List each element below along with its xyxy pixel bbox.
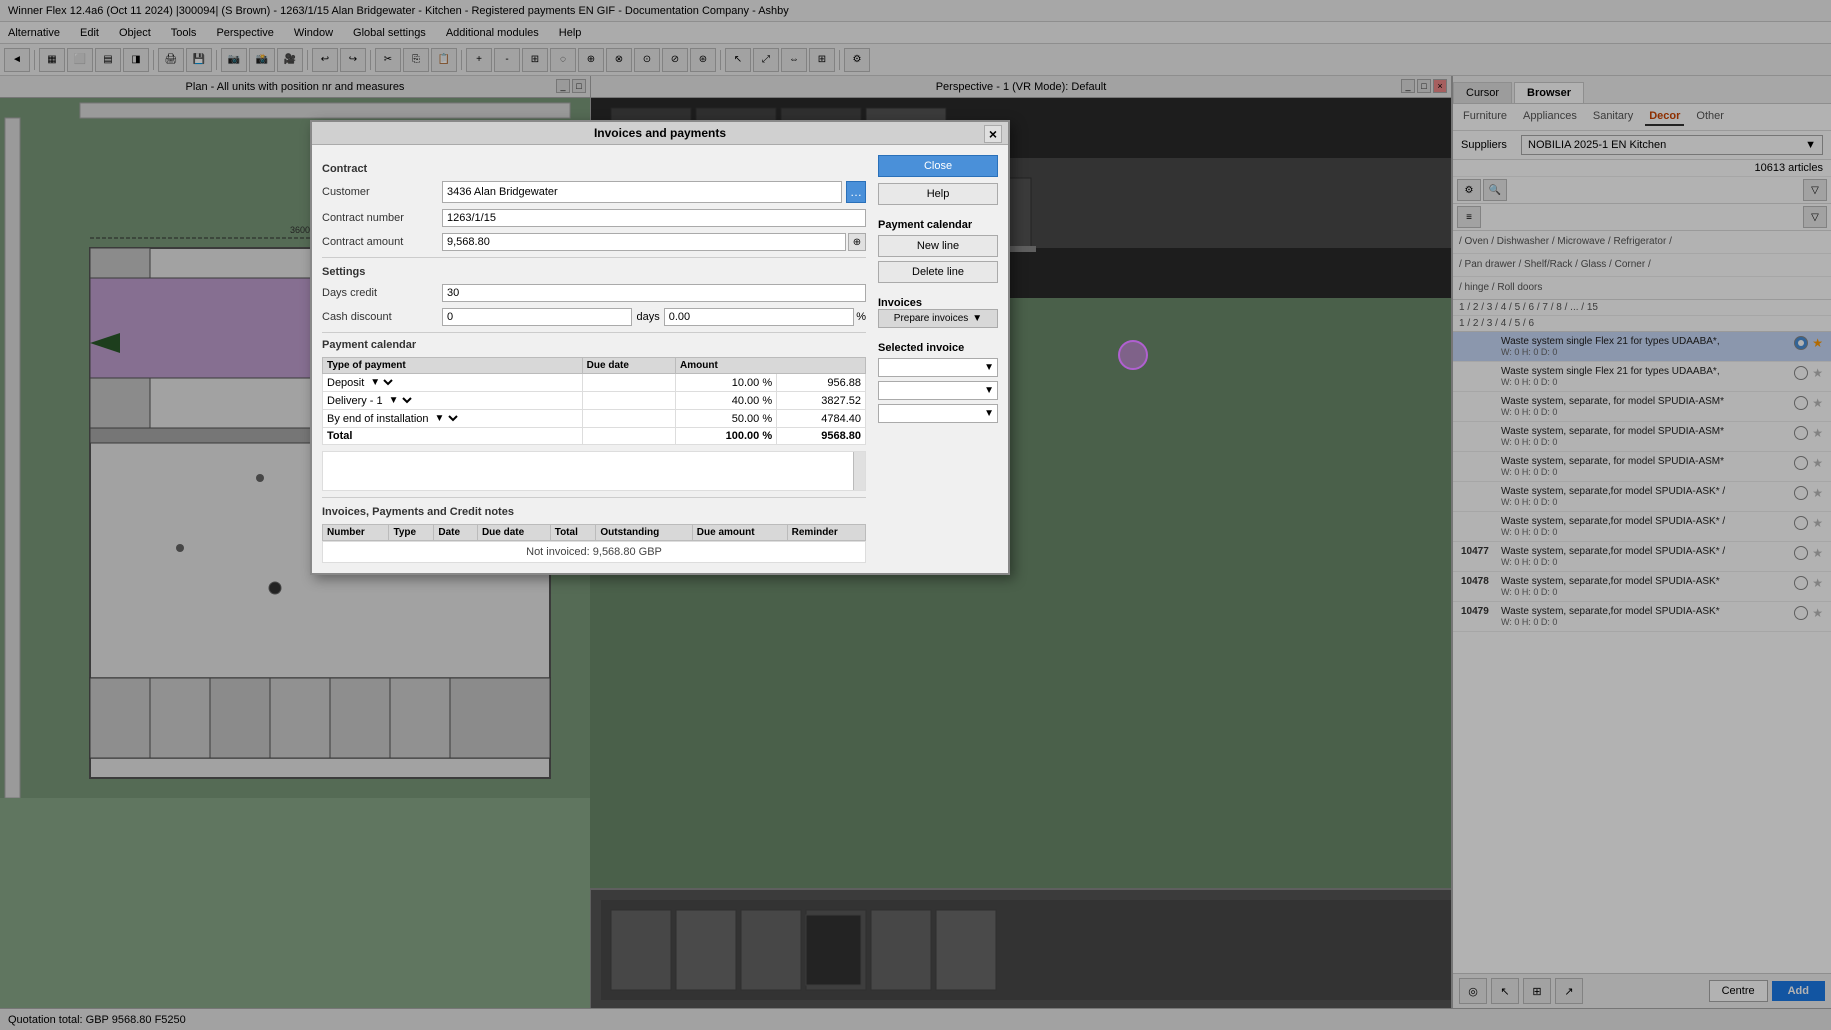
delivery-pct: 40.00 % bbox=[676, 392, 777, 410]
inv-col-duedate: Due date bbox=[477, 525, 550, 541]
delivery-duedate bbox=[582, 392, 675, 410]
invoice-action-dropdown-1[interactable]: ▼ bbox=[878, 381, 998, 400]
cash-discount-days-input[interactable] bbox=[442, 308, 632, 326]
deposit-type-cell: Deposit ▼ bbox=[327, 376, 578, 389]
contract-amount-label: Contract amount bbox=[322, 236, 442, 248]
payment-calendar-right-label: Payment calendar bbox=[878, 219, 998, 231]
total-label: Total bbox=[323, 428, 583, 445]
contract-number-label: Contract number bbox=[322, 212, 442, 224]
days-credit-input[interactable] bbox=[442, 284, 866, 302]
installation-type-label: By end of installation bbox=[327, 413, 429, 425]
installation-pct: 50.00 % bbox=[676, 410, 777, 428]
delivery-type-select[interactable]: ▼ bbox=[385, 394, 415, 407]
payment-col-amount: Amount bbox=[676, 358, 866, 374]
invoices-table: Number Type Date Due date Total Outstand… bbox=[322, 524, 866, 541]
inv-col-type: Type bbox=[389, 525, 434, 541]
inv-col-reminder: Reminder bbox=[787, 525, 865, 541]
help-btn[interactable]: Help bbox=[878, 183, 998, 205]
modal-right-section: Close Help Payment calendar New line Del… bbox=[878, 155, 998, 563]
contract-amount-group: Contract amount ⊕ bbox=[322, 233, 866, 251]
inv-col-number: Number bbox=[323, 525, 389, 541]
installation-amount: 4784.40 bbox=[777, 410, 866, 428]
days-label: days bbox=[636, 311, 659, 323]
total-duedate bbox=[582, 428, 675, 445]
modal-overlay: Invoices and payments × Contract Custome… bbox=[0, 0, 1831, 1030]
payment-calendar-table: Type of payment Due date Amount Deposit … bbox=[322, 357, 866, 445]
not-invoiced-row: Not invoiced: 9,568.80 GBP bbox=[322, 541, 866, 563]
modal-close-btn[interactable]: × bbox=[984, 125, 1002, 143]
modal-title: Invoices and payments bbox=[594, 126, 726, 140]
installation-type-cell: By end of installation ▼ bbox=[327, 412, 578, 425]
invoice-action-2-arrow: ▼ bbox=[984, 408, 994, 419]
invoice-action-1: ▼ bbox=[878, 381, 998, 400]
modal-body: Contract Customer … Contract number Cont… bbox=[312, 145, 1008, 573]
settings-divider bbox=[322, 257, 866, 258]
customer-label: Customer bbox=[322, 186, 442, 198]
contract-amount-input[interactable] bbox=[442, 233, 846, 251]
invoice-action-dropdown-2[interactable]: ▼ bbox=[878, 404, 998, 423]
days-credit-label: Days credit bbox=[322, 287, 442, 299]
prepare-invoices-btn[interactable]: Prepare invoices ▼ bbox=[878, 309, 998, 328]
days-credit-group: Days credit bbox=[322, 284, 866, 302]
delivery-amount: 3827.52 bbox=[777, 392, 866, 410]
inv-col-total: Total bbox=[550, 525, 596, 541]
payment-calendar-row: Payment calendar bbox=[322, 339, 866, 351]
inv-col-date: Date bbox=[434, 525, 478, 541]
deposit-duedate bbox=[582, 374, 675, 392]
contract-section-header: Contract bbox=[322, 163, 866, 175]
deposit-type-label: Deposit bbox=[327, 377, 364, 389]
invoices-payments-dialog: Invoices and payments × Contract Custome… bbox=[310, 120, 1010, 575]
total-pct: 100.00 % bbox=[676, 428, 777, 445]
inv-col-outstanding: Outstanding bbox=[596, 525, 692, 541]
payment-row-delivery: Delivery - 1 ▼ 40.00 % 3827.52 bbox=[323, 392, 866, 410]
contract-number-group: Contract number bbox=[322, 209, 866, 227]
deposit-amount: 956.88 bbox=[777, 374, 866, 392]
prepare-chevron: ▼ bbox=[972, 313, 982, 324]
invoices-right-label: Invoices bbox=[878, 297, 998, 309]
delivery-type-cell: Delivery - 1 ▼ bbox=[327, 394, 578, 407]
modal-title-bar: Invoices and payments × bbox=[312, 122, 1008, 145]
selected-invoice-dropdown[interactable]: ▼ bbox=[878, 358, 998, 377]
invoices-divider bbox=[322, 497, 866, 498]
contract-amount-btn[interactable]: ⊕ bbox=[848, 233, 866, 251]
close-btn[interactable]: Close bbox=[878, 155, 998, 177]
payment-col-type: Type of payment bbox=[323, 358, 583, 374]
deposit-type-select[interactable]: ▼ bbox=[366, 376, 396, 389]
new-line-btn[interactable]: New line bbox=[878, 235, 998, 257]
invoice-action-2: ▼ bbox=[878, 404, 998, 423]
selected-invoice-section: Selected invoice ▼ ▼ ▼ bbox=[878, 342, 998, 423]
cash-discount-pct-input[interactable] bbox=[664, 308, 854, 326]
customer-group: Customer … bbox=[322, 181, 866, 203]
delivery-type-label: Delivery - 1 bbox=[327, 395, 383, 407]
deposit-pct: 10.00 % bbox=[676, 374, 777, 392]
payment-row-deposit: Deposit ▼ 10.00 % 956.88 bbox=[323, 374, 866, 392]
settings-section-header: Settings bbox=[322, 266, 866, 278]
payment-row-total: Total 100.00 % 9568.80 bbox=[323, 428, 866, 445]
selected-invoice-label: Selected invoice bbox=[878, 342, 998, 354]
installation-duedate bbox=[582, 410, 675, 428]
total-amount: 9568.80 bbox=[777, 428, 866, 445]
contract-number-input[interactable] bbox=[442, 209, 866, 227]
payment-row-installation: By end of installation ▼ 50.00 % 4784.40 bbox=[323, 410, 866, 428]
payment-scrollbar[interactable] bbox=[853, 452, 865, 490]
delete-line-btn[interactable]: Delete line bbox=[878, 261, 998, 283]
invoice-action-1-arrow: ▼ bbox=[984, 385, 994, 396]
pct-sign: % bbox=[856, 311, 866, 323]
selected-invoice-arrow: ▼ bbox=[984, 362, 994, 373]
inv-col-due: Due amount bbox=[692, 525, 787, 541]
payment-calendar-header: Payment calendar bbox=[322, 339, 416, 351]
invoices-section-header: Invoices, Payments and Credit notes bbox=[322, 506, 866, 518]
invoices-right-section: Invoices Prepare invoices ▼ bbox=[878, 297, 998, 328]
payment-divider bbox=[322, 332, 866, 333]
cash-discount-group: Cash discount days % bbox=[322, 308, 866, 326]
installation-type-select[interactable]: ▼ bbox=[431, 412, 461, 425]
payment-calendar-right-section: Payment calendar New line Delete line bbox=[878, 219, 998, 283]
payment-empty-rows bbox=[322, 451, 866, 491]
payment-col-duedate: Due date bbox=[582, 358, 675, 374]
modal-left-section: Contract Customer … Contract number Cont… bbox=[322, 155, 866, 563]
customer-input[interactable] bbox=[442, 181, 842, 203]
customer-select-btn[interactable]: … bbox=[846, 181, 866, 203]
cash-discount-label: Cash discount bbox=[322, 311, 442, 323]
